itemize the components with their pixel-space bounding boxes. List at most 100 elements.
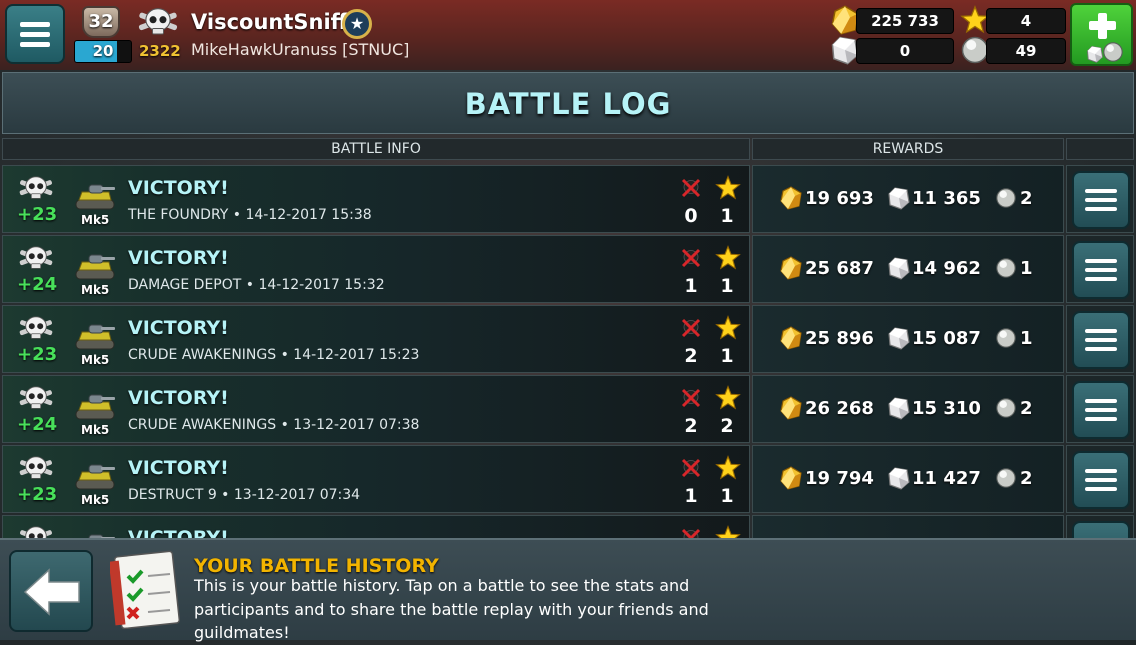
silver-crystal-icon <box>887 256 911 280</box>
reward-pearls: 1 <box>1020 258 1033 279</box>
pearl-icon <box>995 467 1017 489</box>
rewards-cell: 19 693 11 365 2 <box>752 165 1064 233</box>
menu-icon <box>1085 469 1117 473</box>
silver-amount: 0 <box>856 38 954 64</box>
reward-gold: 19 693 <box>805 188 874 209</box>
row-menu-cell <box>1066 445 1134 513</box>
menu-icon <box>1085 189 1117 193</box>
tank-mark: Mk5 <box>81 213 110 227</box>
trophy-change: +23 <box>17 484 58 505</box>
battle-row[interactable]: VICTORY! <box>2 515 1134 538</box>
buy-currency-button[interactable] <box>1070 3 1133 66</box>
pearl-icon <box>995 327 1017 349</box>
clan-star-badge-icon[interactable]: ★ <box>342 9 372 39</box>
star-icon <box>715 385 741 411</box>
battle-info-cell[interactable]: +23 Mk5 VICTORY! CRUDE AWAKENINGS • 14-12-2… <box>2 305 750 373</box>
battle-result: VICTORY! <box>128 527 229 538</box>
reward-pearls: 2 <box>1020 468 1033 489</box>
star-icon <box>715 175 741 201</box>
skull-icon <box>136 4 180 42</box>
battle-details-button[interactable] <box>1072 311 1130 369</box>
info-body: This is your battle history. Tap on a ba… <box>194 576 709 642</box>
skull-icon <box>17 454 55 484</box>
battle-details-button[interactable] <box>1072 521 1130 538</box>
xp-bar: 20 710 <box>74 40 132 63</box>
checklist-icon <box>110 550 181 630</box>
stars-count: 1 <box>720 275 734 297</box>
kills-count: 0 <box>684 205 698 227</box>
gold-crystal-icon <box>779 326 803 350</box>
stars-count: 1 <box>720 345 734 367</box>
reward-pearls: 2 <box>1020 188 1033 209</box>
battle-map-date: THE FOUNDRY • 14-12-2017 15:38 <box>128 207 372 223</box>
battle-result: VICTORY! <box>128 247 229 269</box>
star-icon <box>715 245 741 271</box>
back-button[interactable] <box>9 550 93 632</box>
clan-name[interactable]: MikeHawkUranuss [STNUC] <box>191 40 409 59</box>
silver-crystal-icon <box>887 396 911 420</box>
trophy-change: +24 <box>17 274 58 295</box>
reward-gold: 26 268 <box>805 398 874 419</box>
silver-crystal-icon <box>887 186 911 210</box>
battle-row[interactable]: +23 Mk5 VICTORY! DESTRUCT 9 • 13-12-2017 07… <box>2 445 1134 513</box>
battle-info-cell[interactable]: +23 Mk5 VICTORY! THE FOUNDRY • 14-12-2017 1… <box>2 165 750 233</box>
tank-icon <box>73 390 117 422</box>
tank-mark: Mk5 <box>81 423 110 437</box>
battle-row[interactable]: +23 Mk5 VICTORY! THE FOUNDRY • 14-12-2017 1… <box>2 165 1134 233</box>
battle-row[interactable]: +24 Mk5 VICTORY! CRUDE AWAKENINGS • 13-12-2… <box>2 375 1134 443</box>
reward-pearls: 1 <box>1020 328 1033 349</box>
reward-gold: 25 687 <box>805 258 874 279</box>
star-icon <box>715 525 741 538</box>
stars-count: 1 <box>720 485 734 507</box>
battle-info-cell[interactable]: VICTORY! <box>2 515 750 538</box>
tank-icon <box>73 250 117 282</box>
kills-count: 1 <box>684 275 698 297</box>
kills-count: 2 <box>684 415 698 437</box>
battle-details-button[interactable] <box>1072 451 1130 509</box>
battle-info-cell[interactable]: +23 Mk5 VICTORY! DESTRUCT 9 • 13-12-2017 07… <box>2 445 750 513</box>
battle-result: VICTORY! <box>128 387 229 409</box>
tank-mark: Mk5 <box>81 283 110 297</box>
reward-silver: 15 310 <box>912 398 981 419</box>
rewards-cell: 19 794 11 427 2 <box>752 445 1064 513</box>
battle-details-button[interactable] <box>1072 241 1130 299</box>
rewards-cell: 26 268 15 310 2 <box>752 375 1064 443</box>
reward-silver: 15 087 <box>912 328 981 349</box>
kill-icon <box>680 177 702 199</box>
battle-map-date: DESTRUCT 9 • 13-12-2017 07:34 <box>128 487 361 503</box>
main-menu-button[interactable] <box>5 4 65 64</box>
trophy-change: +23 <box>17 204 58 225</box>
tank-icon <box>73 530 117 538</box>
skull-icon <box>17 384 55 414</box>
menu-icon <box>1085 399 1117 403</box>
battle-info-cell[interactable]: +24 Mk5 VICTORY! DAMAGE DEPOT • 14-12-2017 … <box>2 235 750 303</box>
player-name[interactable]: ViscountSniffit <box>191 10 364 34</box>
reward-silver: 11 427 <box>912 468 981 489</box>
battle-details-button[interactable] <box>1072 381 1130 439</box>
pearls-amount: 49 <box>986 38 1066 64</box>
gold-crystal-icon <box>779 186 803 210</box>
rewards-cell: 25 687 14 962 1 <box>752 235 1064 303</box>
gold-crystal-icon <box>779 256 803 280</box>
reward-gold: 19 794 <box>805 468 874 489</box>
battle-info-cell[interactable]: +24 Mk5 VICTORY! CRUDE AWAKENINGS • 13-12-2… <box>2 375 750 443</box>
battle-details-button[interactable] <box>1072 171 1130 229</box>
gold-amount: 225 733 <box>856 8 954 34</box>
battle-row[interactable]: +24 Mk5 VICTORY! DAMAGE DEPOT • 14-12-2017 … <box>2 235 1134 303</box>
pearl-icon <box>995 257 1017 279</box>
reward-silver: 11 365 <box>912 188 981 209</box>
skull-icon <box>17 174 55 204</box>
skull-icon <box>17 244 55 274</box>
kill-icon <box>680 317 702 339</box>
menu-icon <box>20 21 50 27</box>
battle-map-date: DAMAGE DEPOT • 14-12-2017 15:32 <box>128 277 385 293</box>
row-menu-cell <box>1066 515 1134 538</box>
battle-row[interactable]: +23 Mk5 VICTORY! CRUDE AWAKENINGS • 14-12-2… <box>2 305 1134 373</box>
silver-crystal-icon <box>887 326 911 350</box>
column-header-battle-info: BATTLE INFO <box>2 138 750 160</box>
star-icon <box>715 315 741 341</box>
stars-count: 2 <box>720 415 734 437</box>
battle-map-date: CRUDE AWAKENINGS • 14-12-2017 15:23 <box>128 347 420 363</box>
battle-map-date: CRUDE AWAKENINGS • 13-12-2017 07:38 <box>128 417 420 433</box>
battle-result: VICTORY! <box>128 457 229 479</box>
